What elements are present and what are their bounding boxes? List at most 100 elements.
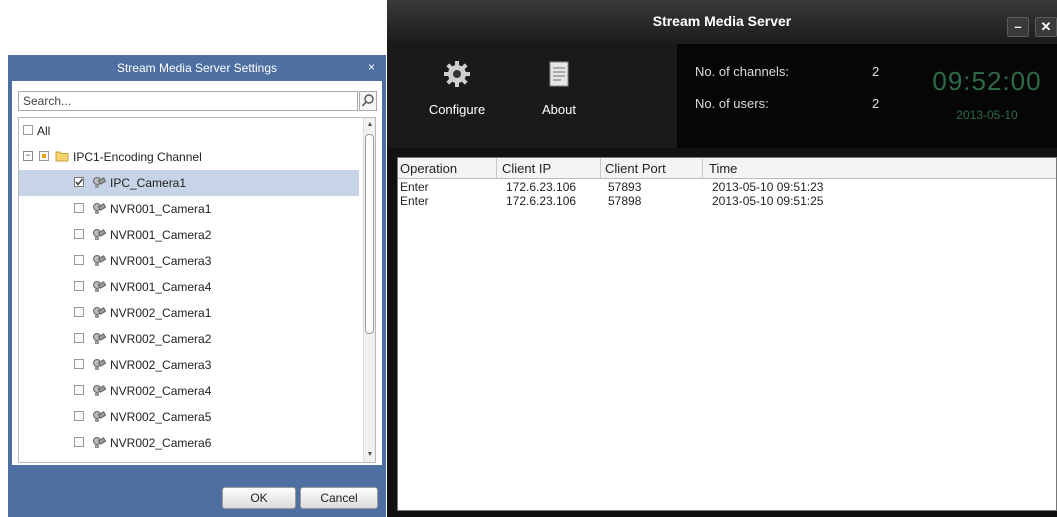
- tree-item-camera[interactable]: NVR002_Camera5: [19, 404, 359, 430]
- tree-item-camera[interactable]: NVR002_Camera4: [19, 378, 359, 404]
- camera-icon: [93, 359, 106, 370]
- partial-check-icon: [42, 154, 46, 158]
- camera-label: IPC_Camera1: [110, 176, 187, 190]
- tree-item-camera[interactable]: NVR001_Camera2: [19, 222, 359, 248]
- tree-item-all[interactable]: All: [19, 118, 359, 144]
- cell-client-ip: 172.6.23.106: [506, 194, 577, 208]
- table-header: Operation Client IP Client Port Time: [398, 158, 1056, 179]
- dialog-close-button[interactable]: ×: [368, 60, 375, 74]
- column-header-operation[interactable]: Operation: [400, 161, 457, 176]
- folder-icon: [55, 151, 69, 162]
- dialog-title: Stream Media Server Settings: [116, 61, 278, 75]
- clock-date: 2013-05-10: [956, 108, 1018, 122]
- camera-label: NVR002_Camera5: [110, 410, 212, 424]
- tree-item-camera[interactable]: NVR002_Camera3: [19, 352, 359, 378]
- column-separator[interactable]: [496, 158, 497, 178]
- main-titlebar[interactable]: Stream Media Server – ✕: [387, 0, 1057, 44]
- column-header-time[interactable]: Time: [709, 161, 737, 176]
- collapse-toggle-icon[interactable]: −: [23, 151, 33, 161]
- close-button[interactable]: ✕: [1035, 17, 1057, 37]
- cell-client-port: 57898: [608, 194, 642, 208]
- column-header-client-port[interactable]: Client Port: [605, 161, 666, 176]
- camera-checkbox[interactable]: [74, 307, 84, 317]
- camera-checkbox[interactable]: [74, 203, 84, 213]
- cell-operation: Enter: [400, 194, 429, 208]
- camera-checkbox[interactable]: [74, 411, 84, 421]
- camera-checkbox[interactable]: [74, 281, 84, 291]
- camera-icon: [93, 333, 106, 344]
- search-button[interactable]: [359, 91, 377, 111]
- tree-item-channel[interactable]: − IPC1-Encoding Channel: [19, 144, 359, 170]
- camera-label: NVR002_Camera2: [110, 332, 212, 346]
- camera-icon: [93, 255, 106, 266]
- search-input[interactable]: [18, 91, 358, 111]
- minimize-button[interactable]: –: [1007, 17, 1029, 37]
- tree-scrollbar[interactable]: ▲ ▼: [363, 118, 375, 462]
- camera-label: NVR002_Camera3: [110, 358, 212, 372]
- camera-checkbox[interactable]: [74, 177, 84, 187]
- column-separator[interactable]: [600, 158, 601, 178]
- camera-label: NVR001_Camera3: [110, 254, 212, 268]
- all-checkbox[interactable]: [23, 125, 33, 135]
- camera-icon: [93, 437, 106, 448]
- camera-label: NVR001_Camera1: [110, 202, 212, 216]
- camera-checkbox[interactable]: [74, 437, 84, 447]
- tree-item-camera[interactable]: NVR002_Camera6: [19, 430, 359, 456]
- tree-item-camera[interactable]: IPC_Camera1: [19, 170, 359, 196]
- stream-media-server-window: Stream Media Server – ✕ Configure About …: [387, 0, 1057, 517]
- users-value: 2: [872, 96, 880, 111]
- camera-checkbox[interactable]: [74, 255, 84, 265]
- camera-icon: [93, 411, 106, 422]
- camera-icon: [93, 281, 106, 292]
- configure-button[interactable]: Configure: [417, 44, 497, 148]
- document-icon: [549, 61, 569, 87]
- camera-label: NVR002_Camera6: [110, 436, 212, 450]
- camera-label: NVR001_Camera4: [110, 280, 212, 294]
- scrollbar-thumb[interactable]: [365, 134, 374, 334]
- channels-label: No. of channels:: [695, 64, 789, 79]
- cancel-button[interactable]: Cancel: [300, 487, 378, 509]
- about-label: About: [542, 102, 576, 117]
- camera-label: NVR002_Camera4: [110, 384, 212, 398]
- column-separator[interactable]: [702, 158, 703, 178]
- column-header-client-ip[interactable]: Client IP: [502, 161, 551, 176]
- status-panel: No. of channels: 2 No. of users: 2 09:52…: [677, 44, 1057, 148]
- checkmark-icon: [75, 178, 84, 186]
- about-button[interactable]: About: [519, 44, 599, 148]
- channels-value: 2: [872, 64, 880, 79]
- main-title: Stream Media Server: [652, 13, 792, 29]
- channel-checkbox[interactable]: [39, 151, 49, 161]
- scroll-up-arrow-icon[interactable]: ▲: [366, 121, 374, 129]
- dialog-body: All − IPC1-Encoding Channel IPC_Camer: [12, 81, 382, 465]
- camera-icon: [93, 307, 106, 318]
- all-label: All: [37, 124, 51, 138]
- tree-item-camera[interactable]: NVR001_Camera3: [19, 248, 359, 274]
- camera-checkbox[interactable]: [74, 359, 84, 369]
- camera-icon: [93, 385, 106, 396]
- ok-button[interactable]: OK: [222, 487, 296, 509]
- channel-label: IPC1-Encoding Channel: [73, 150, 202, 164]
- scroll-down-arrow-icon[interactable]: ▼: [366, 451, 374, 459]
- cell-operation: Enter: [400, 180, 429, 194]
- camera-checkbox[interactable]: [74, 333, 84, 343]
- table-row[interactable]: Enter 172.6.23.106 57893 2013-05-10 09:5…: [398, 180, 1056, 194]
- camera-checkbox[interactable]: [74, 229, 84, 239]
- camera-icon: [93, 203, 106, 214]
- search-icon: [361, 94, 374, 107]
- camera-checkbox[interactable]: [74, 385, 84, 395]
- configure-label: Configure: [428, 102, 486, 117]
- toolbar: Configure About No. of channels: 2 No. o…: [387, 44, 1057, 148]
- client-log-table: Operation Client IP Client Port Time Ent…: [397, 157, 1057, 511]
- tree-item-camera[interactable]: NVR001_Camera1: [19, 196, 359, 222]
- tree-item-camera[interactable]: NVR001_Camera4: [19, 274, 359, 300]
- channel-tree: All − IPC1-Encoding Channel IPC_Camera1 …: [18, 117, 376, 463]
- tree-item-camera[interactable]: NVR002_Camera2: [19, 326, 359, 352]
- cell-time: 2013-05-10 09:51:23: [712, 180, 824, 194]
- tree-item-camera[interactable]: NVR002_Camera1: [19, 300, 359, 326]
- users-label: No. of users:: [695, 96, 769, 111]
- dialog-titlebar[interactable]: Stream Media Server Settings ×: [8, 55, 386, 81]
- clock-time: 09:52:00: [932, 66, 1042, 96]
- camera-icon: [93, 177, 106, 188]
- camera-label: NVR002_Camera1: [110, 306, 212, 320]
- table-row[interactable]: Enter 172.6.23.106 57898 2013-05-10 09:5…: [398, 194, 1056, 208]
